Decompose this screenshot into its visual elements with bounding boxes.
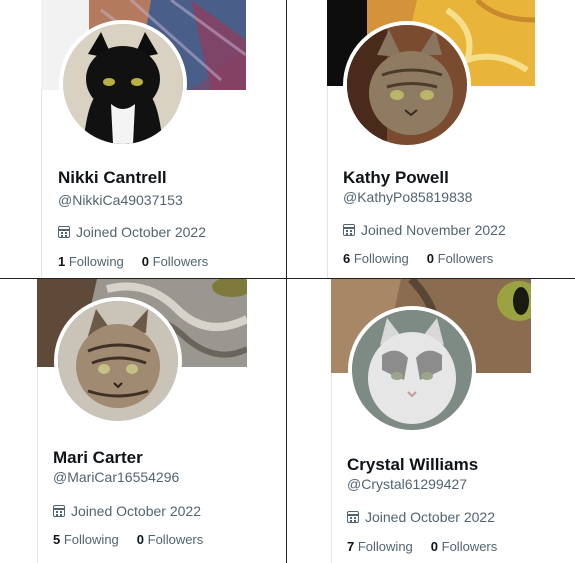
followers-count: 0: [141, 254, 150, 269]
profile-name: Nikki Cantrell: [58, 168, 167, 187]
grid-divider-vertical: [286, 0, 287, 563]
join-date-text: Joined October 2022: [71, 503, 201, 519]
followers-count: 0: [136, 532, 145, 547]
following-count: 6: [343, 251, 351, 266]
join-date: Joined October 2022: [347, 509, 495, 525]
join-date: Joined November 2022: [343, 222, 506, 238]
followers-link[interactable]: 0 Followers: [137, 532, 203, 547]
profile-name: Mari Carter: [53, 448, 143, 467]
join-date-text: Joined October 2022: [365, 509, 495, 525]
followers-count: 0: [430, 539, 439, 554]
followers-link[interactable]: 0 Followers: [427, 251, 493, 266]
following-label: Following: [68, 254, 124, 269]
calendar-icon: [53, 505, 65, 517]
followers-count: 0: [426, 251, 435, 266]
calendar-icon: [343, 224, 355, 236]
avatar[interactable]: [59, 20, 187, 148]
avatar[interactable]: [348, 306, 476, 434]
join-date: Joined October 2022: [58, 224, 206, 240]
follow-stats: 7 Following 0 Followers: [347, 539, 497, 554]
following-label: Following: [357, 539, 413, 554]
following-count: 5: [53, 532, 61, 547]
avatar[interactable]: [343, 21, 471, 149]
follow-stats: 5 Following 0 Followers: [53, 532, 203, 547]
following-link[interactable]: 1 Following: [58, 254, 124, 269]
following-link[interactable]: 6 Following: [343, 251, 409, 266]
following-link[interactable]: 5 Following: [53, 532, 119, 547]
follow-stats: 1 Following 0 Followers: [58, 254, 208, 269]
following-count: 1: [58, 254, 66, 269]
join-date: Joined October 2022: [53, 503, 201, 519]
followers-link[interactable]: 0 Followers: [142, 254, 208, 269]
profile-handle: @MariCar16554296: [53, 469, 180, 485]
followers-label: Followers: [441, 539, 498, 554]
profile-name: Kathy Powell: [343, 168, 449, 187]
followers-label: Followers: [437, 251, 494, 266]
profile-name: Crystal Williams: [347, 455, 479, 474]
follow-stats: 6 Following 0 Followers: [343, 251, 493, 266]
profile-handle: @NikkiCa49037153: [58, 192, 183, 208]
followers-link[interactable]: 0 Followers: [431, 539, 497, 554]
following-link[interactable]: 7 Following: [347, 539, 413, 554]
calendar-icon: [347, 511, 359, 523]
profile-handle: @KathyPo85819838: [343, 189, 473, 205]
calendar-icon: [58, 226, 70, 238]
followers-label: Followers: [152, 254, 209, 269]
profile-handle: @Crystal61299427: [347, 476, 468, 492]
followers-label: Followers: [147, 532, 204, 547]
following-label: Following: [63, 532, 119, 547]
following-label: Following: [353, 251, 409, 266]
avatar[interactable]: [54, 297, 182, 425]
join-date-text: Joined November 2022: [361, 222, 506, 238]
following-count: 7: [347, 539, 355, 554]
join-date-text: Joined October 2022: [76, 224, 206, 240]
